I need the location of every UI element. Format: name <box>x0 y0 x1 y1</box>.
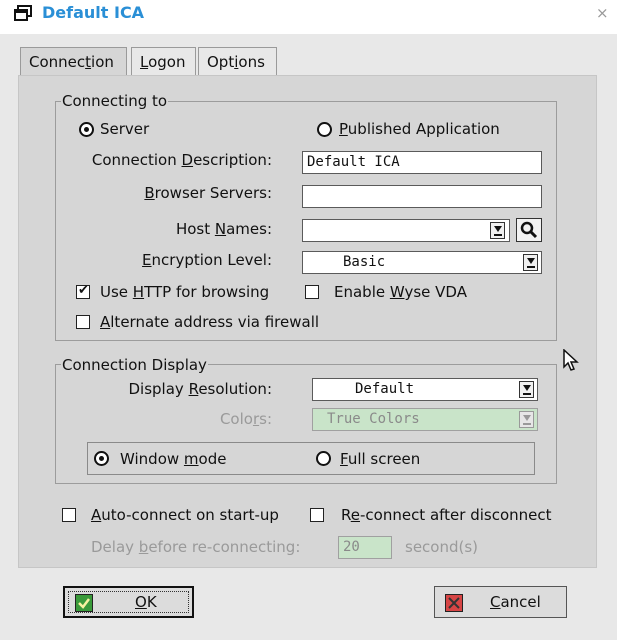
cancel-button[interactable]: Cancel <box>434 586 567 618</box>
auto-connect-checkbox[interactable] <box>62 508 76 522</box>
window-mode-label: Window mode <box>120 450 227 468</box>
display-resolution-combo[interactable]: Default <box>312 378 538 401</box>
full-screen-label: Full screen <box>340 450 421 468</box>
colors-combo: True Colors <box>312 408 538 431</box>
window-mode-radio[interactable] <box>94 451 109 466</box>
ok-label: OK <box>135 593 157 611</box>
reconnect-checkbox[interactable] <box>310 508 324 522</box>
alternate-address-label: Alternate address via firewall <box>100 313 320 331</box>
encryption-level-combo[interactable]: Basic <box>302 251 542 274</box>
delay-label: Delay before re-connecting: <box>91 538 301 556</box>
connecting-to-legend: Connecting to <box>61 92 169 110</box>
cancel-label: Cancel <box>490 593 541 611</box>
mouse-cursor-icon <box>563 349 579 371</box>
connection-description-label: Connection Description: <box>91 151 272 169</box>
server-radio[interactable] <box>79 122 94 137</box>
tab-connection[interactable]: Connection <box>20 47 127 76</box>
server-label: Server <box>100 120 150 138</box>
full-screen-radio[interactable] <box>316 451 331 466</box>
close-icon[interactable]: × <box>596 4 609 22</box>
reconnect-label: Re-connect after disconnect <box>341 506 552 524</box>
encryption-dropdown-icon[interactable] <box>523 254 538 271</box>
host-names-combo[interactable] <box>302 219 510 242</box>
cancel-x-icon <box>445 594 463 612</box>
browser-servers-label: Browser Servers: <box>144 184 272 202</box>
auto-connect-label: Auto-connect on start-up <box>91 506 279 524</box>
colors-label: Colors: <box>219 410 272 428</box>
published-application-radio[interactable] <box>317 122 332 137</box>
colors-dropdown-icon <box>519 411 534 428</box>
published-application-label: Published Application <box>339 120 500 138</box>
alternate-address-checkbox[interactable] <box>76 315 90 329</box>
tab-logon[interactable]: Logon <box>131 47 196 75</box>
enable-wyse-vda-label: Enable Wyse VDA <box>334 283 467 301</box>
enable-wyse-vda-checkbox[interactable] <box>305 285 319 299</box>
ok-button[interactable]: OK <box>63 586 194 618</box>
use-http-checkbox[interactable] <box>76 283 90 299</box>
host-names-label: Host Names: <box>175 220 272 238</box>
use-http-label: Use HTTP for browsing <box>100 283 270 301</box>
delay-input: 20 <box>338 536 392 559</box>
resolution-dropdown-icon[interactable] <box>519 381 534 398</box>
ok-check-icon <box>75 594 93 612</box>
search-icon <box>520 221 538 239</box>
browser-servers-input[interactable] <box>302 185 542 208</box>
display-resolution-label: Display Resolution: <box>128 380 273 398</box>
host-names-dropdown-icon[interactable] <box>490 222 505 239</box>
search-button[interactable] <box>516 218 542 242</box>
connection-display-legend: Connection Display <box>61 356 208 374</box>
delay-unit-label: second(s) <box>405 538 479 556</box>
window-icon <box>14 5 32 21</box>
connection-description-input[interactable]: Default ICA <box>302 151 542 174</box>
window-title: Default ICA <box>42 3 145 22</box>
tab-options[interactable]: Options <box>198 47 277 75</box>
encryption-level-label: Encryption Level: <box>142 251 272 269</box>
